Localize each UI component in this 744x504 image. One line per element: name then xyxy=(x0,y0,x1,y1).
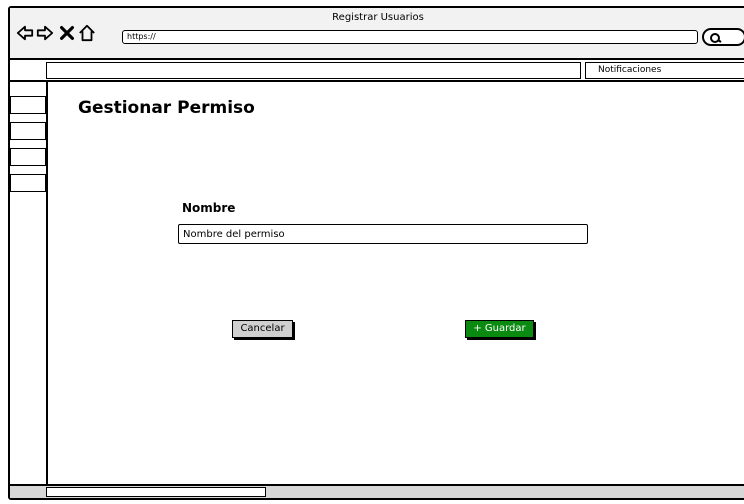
window-title: Registrar Usuarios xyxy=(332,12,424,23)
sidebar-item-2[interactable] xyxy=(10,122,46,140)
sidebar xyxy=(10,82,48,486)
status-field xyxy=(46,487,266,497)
forward-arrow-icon[interactable] xyxy=(36,24,54,42)
sidebar-item-3[interactable] xyxy=(10,148,46,166)
name-label: Nombre xyxy=(182,201,236,215)
topbar-field xyxy=(46,62,581,79)
save-button[interactable]: + Guardar xyxy=(465,320,534,338)
notifications-link[interactable]: Notificaciones xyxy=(585,62,744,79)
home-icon[interactable] xyxy=(78,24,96,42)
top-bar: Notificaciones xyxy=(10,60,744,82)
cancel-button[interactable]: Cancelar xyxy=(232,320,293,338)
search-button[interactable] xyxy=(702,28,744,46)
name-input[interactable] xyxy=(178,224,588,244)
page-title: Gestionar Permiso xyxy=(78,98,255,118)
back-arrow-icon[interactable] xyxy=(16,24,34,42)
status-bar xyxy=(10,484,744,498)
search-icon xyxy=(710,33,722,43)
sidebar-item-4[interactable] xyxy=(10,174,46,192)
browser-window: Registrar Usuarios https:// Notificacion… xyxy=(8,6,744,500)
close-x-icon[interactable] xyxy=(58,24,76,42)
url-bar[interactable]: https:// xyxy=(122,30,698,44)
browser-titlebar: Registrar Usuarios https:// xyxy=(10,8,744,60)
sidebar-item-1[interactable] xyxy=(10,96,46,114)
